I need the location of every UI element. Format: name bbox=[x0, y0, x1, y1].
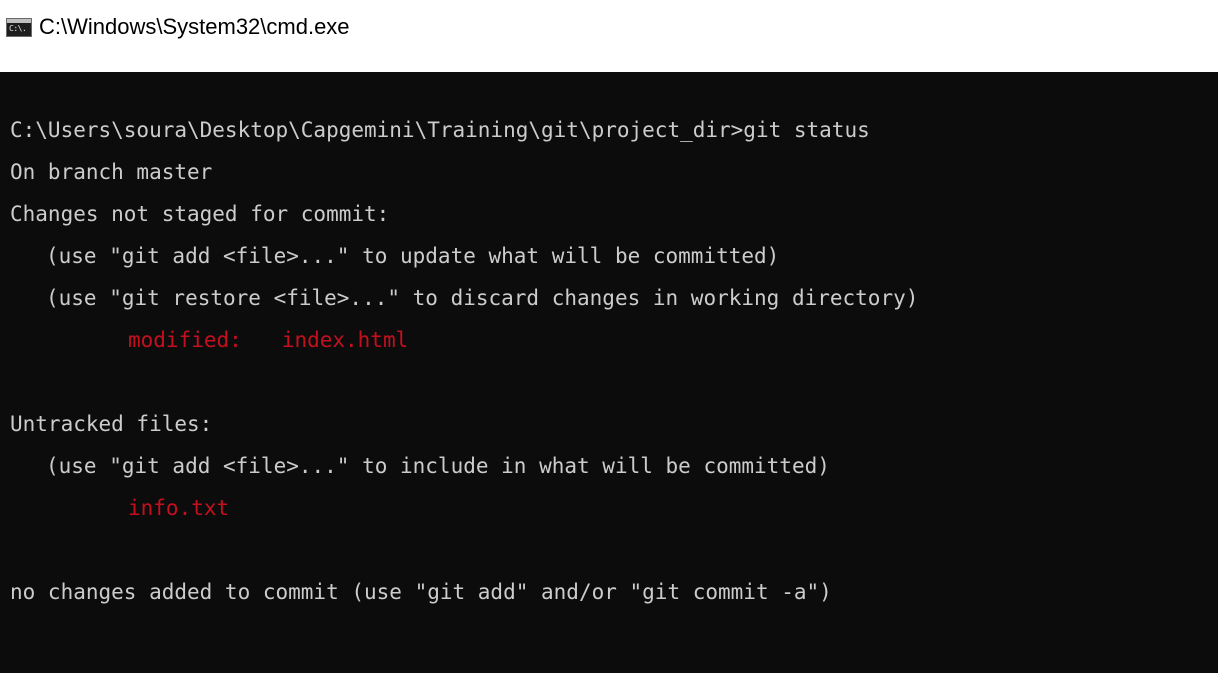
untracked-header: Untracked files: bbox=[10, 412, 213, 436]
prompt-line: C:\Users\soura\Desktop\Capgemini\Trainin… bbox=[10, 118, 870, 142]
untracked-hint: (use "git add <file>..." to include in w… bbox=[46, 454, 830, 478]
summary-line: no changes added to commit (use "git add… bbox=[10, 580, 832, 604]
icon-glyph-text: C:\. bbox=[9, 24, 27, 33]
cmd-console-icon[interactable]: C:\. bbox=[6, 18, 32, 37]
modified-filename: index.html bbox=[281, 328, 409, 352]
icon-title-strip bbox=[7, 19, 31, 23]
modified-label: modified: bbox=[128, 328, 242, 352]
branch-line: On branch master bbox=[10, 160, 213, 184]
untracked-filename: info.txt bbox=[128, 496, 230, 520]
title-bar[interactable]: C:\. C:\Windows\System32\cmd.exe bbox=[0, 0, 1218, 72]
unstaged-hint-add: (use "git add <file>..." to update what … bbox=[46, 244, 780, 268]
unstaged-header: Changes not staged for commit: bbox=[10, 202, 390, 226]
window-title: C:\Windows\System32\cmd.exe bbox=[39, 14, 350, 39]
unstaged-hint-restore: (use "git restore <file>..." to discard … bbox=[46, 286, 919, 310]
cmd-window: C:\. C:\Windows\System32\cmd.exe C:\User… bbox=[0, 0, 1218, 673]
console-output-area[interactable]: C:\Users\soura\Desktop\Capgemini\Trainin… bbox=[0, 72, 1218, 673]
modified-file-line: modified: index.html bbox=[128, 322, 408, 358]
